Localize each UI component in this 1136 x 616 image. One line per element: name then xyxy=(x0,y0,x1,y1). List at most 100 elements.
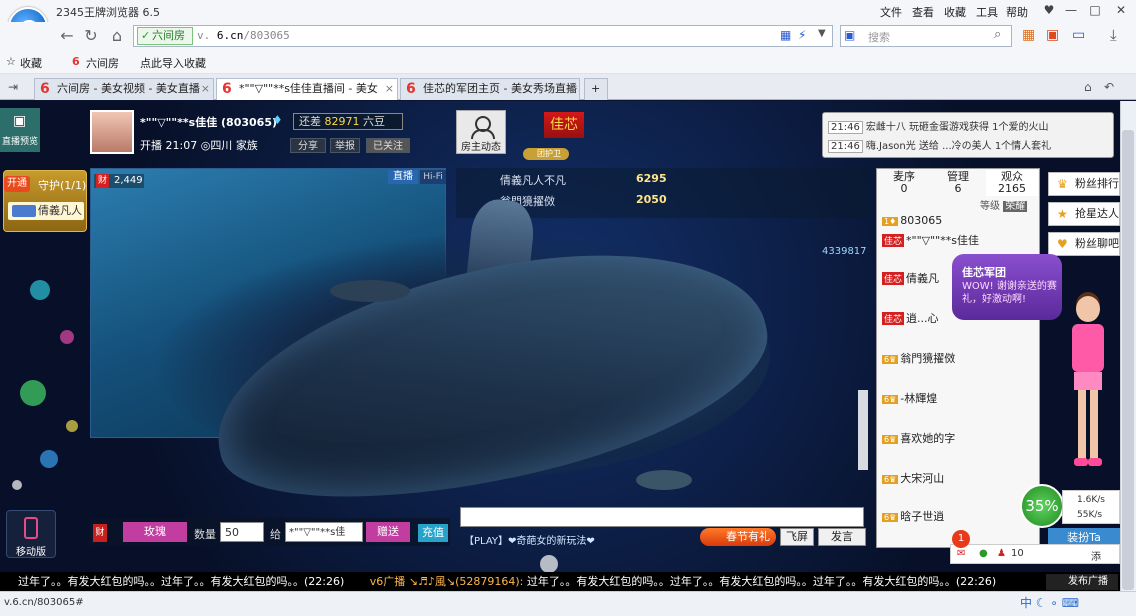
follow-status-button[interactable]: 已关注 xyxy=(366,138,410,153)
fav-liujianfang[interactable]: 六间房 xyxy=(86,55,119,71)
list-item[interactable]: 6♛ 晗子世逍 xyxy=(882,508,944,524)
recipient-input[interactable]: *""▽""**s佳 xyxy=(285,522,363,542)
message-text: 宏雌十八 玩砸金蛋游戏获得 1个爱的火山 xyxy=(865,122,1049,133)
six-logo-icon: 6 xyxy=(40,81,50,97)
close-button[interactable]: ✕ xyxy=(1108,0,1134,20)
apps-icon[interactable]: ▦ xyxy=(1022,27,1035,43)
list-item[interactable]: 6♛ -林輝煌 xyxy=(882,390,937,406)
recharge-button[interactable]: 充值 xyxy=(418,524,448,542)
notification-bar: ✉ ● ♟ 10 添 xyxy=(950,544,1120,564)
hifi-badge[interactable]: Hi-Fi xyxy=(420,170,446,184)
search-input[interactable] xyxy=(840,25,1012,47)
chat-input[interactable] xyxy=(460,507,864,527)
menu-file[interactable]: 文件 xyxy=(880,4,902,20)
undo-icon[interactable]: ↶ xyxy=(1104,80,1114,94)
favorites-star-icon[interactable]: ☆ xyxy=(6,55,16,68)
close-tab-icon[interactable]: × xyxy=(201,79,210,99)
live-time: 开播 21:07 ◎四川 家族 xyxy=(140,137,258,153)
guard-open-button[interactable]: 开通 xyxy=(4,176,30,192)
dropdown-icon[interactable]: ▼ xyxy=(818,28,826,39)
list-item[interactable]: 6♛ 大宋河山 xyxy=(882,470,944,486)
tab-count: 0 xyxy=(900,182,908,195)
menu-view[interactable]: 查看 xyxy=(912,4,934,20)
chat-scrollbar[interactable] xyxy=(858,390,868,470)
gift-select-button[interactable]: 玫瑰 xyxy=(123,522,187,542)
rank-value: 2050 xyxy=(636,193,667,206)
star-rank-button[interactable]: ★ 抢星达人 xyxy=(1048,202,1120,226)
tab-admins[interactable]: 管理 6 xyxy=(932,170,984,196)
six-logo-icon: 6 xyxy=(72,55,80,68)
live-badge[interactable]: 直播 xyxy=(388,170,418,184)
maximize-button[interactable]: □ xyxy=(1082,0,1108,20)
status-url: v.6.cn/803065# xyxy=(4,597,84,608)
message-text: 嗨.Jason光 送给 ...冷の美人 1个情人套礼 xyxy=(865,141,1052,152)
search-engine-icon[interactable]: ▣ xyxy=(844,28,855,42)
ticker-user[interactable]: v6广播 ↘♬♪風↘(52879164): xyxy=(370,575,524,588)
tab-mic-queue[interactable]: 麦序 0 xyxy=(878,170,930,196)
screenshot-icon[interactable]: ▭ xyxy=(1072,27,1085,43)
fans-rank-button[interactable]: ♛ 粉丝排行 xyxy=(1048,172,1120,196)
bokeh-decoration xyxy=(12,480,22,490)
send-gift-button[interactable]: 赠送 xyxy=(366,522,410,542)
scrollbar-thumb[interactable] xyxy=(1122,130,1134,590)
menu-favorites[interactable]: 收藏 xyxy=(944,4,966,20)
list-item[interactable]: 6♛ 翁門獍擢傚 xyxy=(882,350,955,366)
restore-tab-icon[interactable]: ⇥ xyxy=(8,80,18,94)
glory-button[interactable]: 荣耀 xyxy=(1003,201,1028,212)
search-icon[interactable]: ⌕ xyxy=(994,27,1001,42)
tab-home[interactable]: 6 六间房 - 美女视频 - 美女直播 × xyxy=(34,78,214,100)
close-tab-icon[interactable]: × xyxy=(567,79,576,99)
lightning-icon[interactable]: ⚡ xyxy=(798,28,806,42)
mobile-version-button[interactable]: 移动版 xyxy=(6,510,56,558)
level-badge: 6♛ xyxy=(882,395,899,404)
notification-badge[interactable]: 1 xyxy=(952,530,970,548)
favorites-button[interactable]: 收藏 xyxy=(20,55,42,71)
home-icon[interactable]: ⌂ xyxy=(106,26,128,46)
anchor-avatar[interactable] xyxy=(90,110,134,154)
rank-item[interactable]: 倩義凡人不凡 6295 xyxy=(500,172,667,188)
user-name: 逍...心 xyxy=(906,312,939,325)
back-icon[interactable]: ← xyxy=(56,26,78,46)
tab-label: 佳芯的军团主页 - 美女秀场直播 xyxy=(423,82,577,95)
quantity-input[interactable]: 50 xyxy=(220,522,264,542)
refresh-icon[interactable]: ↻ xyxy=(80,26,102,46)
list-item[interactable]: 1♦ 803065 xyxy=(882,214,942,227)
diff-suffix: 六豆 xyxy=(363,115,385,128)
host-dynamic-button[interactable]: 房主动态 xyxy=(456,110,506,154)
speed-ball[interactable]: 35% xyxy=(1020,484,1064,528)
secure-badge[interactable]: 六间房 xyxy=(137,27,193,45)
minimize-button[interactable]: — xyxy=(1058,0,1084,20)
user-name: -林輝煌 xyxy=(900,392,938,405)
fly-screen-button[interactable]: 飞屏 xyxy=(780,528,814,546)
download-icon[interactable]: ⤓ xyxy=(1110,26,1117,44)
fav-import[interactable]: 点此导入收藏 xyxy=(140,55,206,71)
mail-icon[interactable]: ✉ xyxy=(957,548,965,559)
tab-live-room[interactable]: 6 *""▽""**s佳佳直播间 - 美女 × xyxy=(216,78,398,100)
report-button[interactable]: 举报 xyxy=(330,138,360,153)
close-tab-icon[interactable]: × xyxy=(385,79,394,99)
new-tab-button[interactable]: + xyxy=(584,78,608,100)
tab-army[interactable]: 6 佳芯的军团主页 - 美女秀场直播 × xyxy=(400,78,580,100)
game-icon[interactable]: ▣ xyxy=(1046,27,1059,43)
army-flag[interactable]: 佳芯 xyxy=(544,112,584,138)
share-button[interactable]: 分享 xyxy=(290,138,326,153)
list-item[interactable]: 佳芯 逍...心 xyxy=(882,310,939,326)
tab-audience[interactable]: 观众 2165 xyxy=(986,170,1038,196)
list-item[interactable]: 佳芯 *""▽""**s佳佳 xyxy=(882,232,979,248)
list-item[interactable]: 6♛ 喜欢她的字 xyxy=(882,430,955,446)
ime-icon[interactable]: 中 ☾ ∘ ⌨ xyxy=(1020,594,1079,611)
live-preview-button[interactable]: 直播预览 xyxy=(0,108,40,152)
tab-menu-icon[interactable]: ⌂ xyxy=(1084,80,1092,94)
send-message-button[interactable]: 发言 xyxy=(818,528,866,546)
room-count: 4339817 xyxy=(822,246,867,257)
menu-help[interactable]: 帮助 xyxy=(1006,4,1028,20)
menu-tools[interactable]: 工具 xyxy=(976,4,998,20)
play-message-link[interactable]: 【PLAY】❤奇葩女的新玩法❤ xyxy=(464,532,595,547)
list-item[interactable]: 佳芯 倩義凡 xyxy=(882,270,939,286)
publish-broadcast-button[interactable]: 发布广播 xyxy=(1046,574,1118,590)
spring-gift-button[interactable]: 春节有礼 xyxy=(700,528,776,546)
level-sort[interactable]: 等级 荣耀 xyxy=(980,197,1028,212)
fans-chat-button[interactable]: ♥ 粉丝聊吧 xyxy=(1048,232,1120,256)
qr-icon[interactable]: ▦ xyxy=(780,28,791,42)
add-friend[interactable]: 添 xyxy=(1091,548,1101,563)
